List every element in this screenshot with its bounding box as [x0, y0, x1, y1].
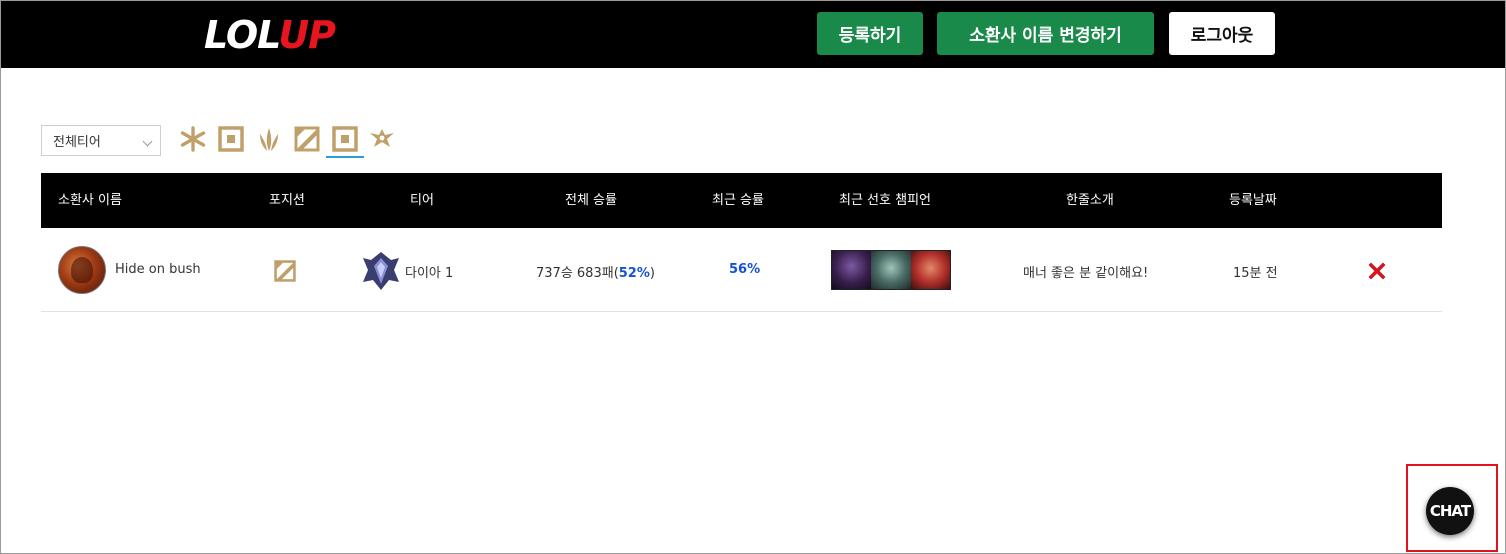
- summoner-avatar: [58, 246, 106, 294]
- tier-select-value: 전체티어: [53, 135, 101, 150]
- column-header-recent-winrate: 최근 승률: [712, 193, 764, 208]
- selected-position-underline: [326, 156, 364, 158]
- recent-winrate: 56%: [729, 262, 761, 277]
- recent-champions: [831, 250, 951, 290]
- app-frame: LOLUP 등록하기 소환사 이름 변경하기 로그아웃 전체티어 소환사 이름 …: [0, 0, 1506, 554]
- site-logo[interactable]: LOLUP: [204, 13, 336, 57]
- champion-2: [871, 251, 911, 289]
- table-header: 소환사 이름 포지션 티어 전체 승률 최근 승률 최근 선호 챔피언 한줄소개…: [41, 173, 1442, 228]
- column-header-recent-champions: 최근 선호 챔피언: [839, 193, 931, 208]
- column-header-intro: 한줄소개: [1066, 193, 1114, 208]
- mid-icon: [274, 260, 296, 282]
- chat-highlight-box: CHAT: [1406, 464, 1498, 552]
- registered-time: 15분 전: [1233, 266, 1278, 281]
- column-header-position: 포지션: [269, 193, 305, 208]
- column-header-summoner: 소환사 이름: [58, 193, 122, 208]
- summoner-name[interactable]: Hide on bush: [115, 262, 201, 277]
- total-winrate-cell: 737승 683패(52%): [536, 262, 655, 281]
- champion-3: [910, 251, 950, 289]
- top-icon[interactable]: [179, 125, 207, 153]
- diamond-emblem-icon: [363, 252, 399, 290]
- all-positions-icon[interactable]: [368, 125, 396, 153]
- jungle-icon[interactable]: [217, 125, 245, 153]
- mid-icon[interactable]: [255, 125, 283, 153]
- logo-part2: UP: [278, 13, 336, 57]
- rename-summoner-button[interactable]: 소환사 이름 변경하기: [937, 12, 1154, 55]
- logo-part1: LOL: [204, 13, 279, 57]
- tier-value: 다이아 1: [405, 266, 454, 281]
- column-header-total-winrate: 전체 승률: [565, 193, 617, 208]
- column-header-tier: 티어: [410, 193, 434, 208]
- table-row: Hide on bush 다이아 1 737승 683패(52%) 56% 매너…: [41, 229, 1442, 312]
- logout-button[interactable]: 로그아웃: [1169, 12, 1275, 55]
- column-header-registered: 등록날짜: [1229, 193, 1277, 208]
- total-winrate-close-paren: ): [649, 266, 655, 281]
- total-record: 737승 683패: [536, 266, 614, 281]
- bottom-icon[interactable]: [293, 125, 321, 153]
- chat-button[interactable]: CHAT: [1426, 487, 1474, 535]
- champion-1: [832, 251, 872, 289]
- register-button[interactable]: 등록하기: [817, 12, 923, 55]
- top-nav-bar: LOLUP 등록하기 소환사 이름 변경하기 로그아웃: [1, 1, 1505, 68]
- chevron-down-icon: [142, 136, 153, 147]
- support-icon[interactable]: [331, 125, 359, 153]
- total-winrate: 52%: [618, 266, 650, 281]
- intro-text: 매너 좋은 분 같이해요!: [1023, 266, 1149, 281]
- delete-icon[interactable]: [1366, 260, 1388, 282]
- tier-select[interactable]: 전체티어: [41, 125, 161, 156]
